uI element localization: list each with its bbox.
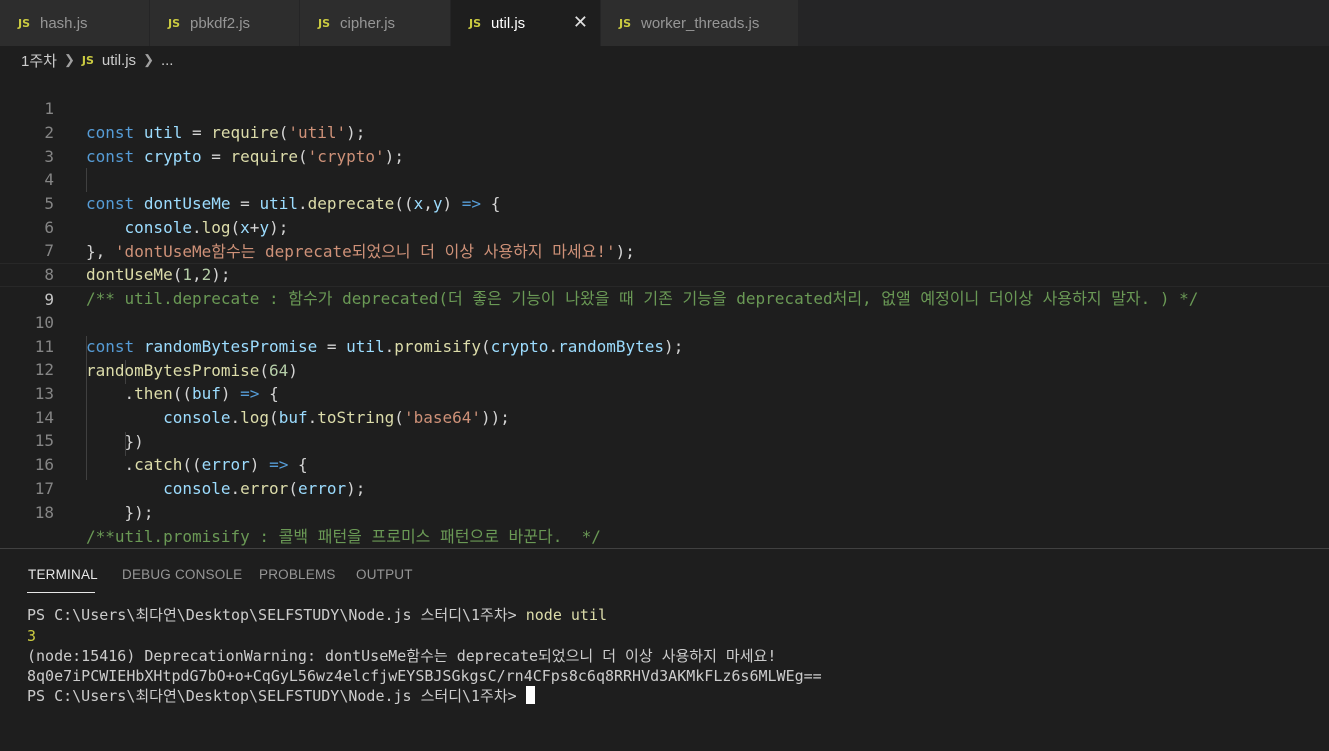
code-line: 8 /** util.deprecate : 함수가 deprecated(더 …	[0, 239, 1329, 308]
active-tab-indicator	[27, 592, 95, 593]
code-line: 18 /**util.promisify : 콜백 패턴을 프로미스 패턴으로 …	[0, 477, 1329, 546]
code-line: 7 dontUseMe(1,2);	[0, 215, 1329, 284]
tab-hash-js[interactable]: JS hash.js	[0, 0, 150, 46]
terminal-prompt: PS C:\Users\최다연\Desktop\SELFSTUDY\Node.j…	[27, 606, 526, 624]
breadcrumb-folder[interactable]: 1주차	[21, 50, 57, 71]
tab-label: worker_threads.js	[641, 14, 760, 32]
code-line: 11 randomBytesPromise(64)	[0, 311, 1329, 380]
code-line: 5 console.log(x+y);	[0, 168, 1329, 237]
javascript-file-icon: JS	[18, 16, 31, 30]
terminal-line: PS C:\Users\최다연\Desktop\SELFSTUDY\Node.j…	[27, 605, 1317, 625]
code-editor[interactable]: 1 const util = require('util'); 2 const …	[0, 72, 1329, 548]
breadcrumb-file[interactable]: util.js	[102, 52, 136, 69]
terminal-output: 3	[27, 627, 37, 645]
tab-label: cipher.js	[340, 14, 396, 32]
javascript-file-icon: JS	[81, 53, 94, 67]
code-line: 1 const util = require('util');	[0, 73, 1329, 142]
javascript-file-icon: JS	[318, 16, 331, 30]
tab-debug-console[interactable]: DEBUG CONSOLE	[122, 567, 242, 582]
tab-output[interactable]: OUTPUT	[356, 567, 413, 582]
javascript-file-icon: JS	[168, 16, 181, 30]
code-line: 4 const dontUseMe = util.deprecate((x,y)…	[0, 144, 1329, 213]
code-line: 3	[0, 121, 1329, 166]
breadcrumb: 1주차 ❯ JS util.js ❯ ...	[0, 46, 1329, 74]
chevron-right-icon: ❯	[143, 52, 154, 67]
tab-worker-threads-js[interactable]: JS worker_threads.js	[601, 0, 799, 46]
editor-tab-bar: JS hash.js JS pbkdf2.js JS cipher.js JS …	[0, 0, 1329, 46]
code-line: 2 const crypto = require('crypto');	[0, 97, 1329, 166]
tab-pbkdf2-js[interactable]: JS pbkdf2.js	[150, 0, 300, 46]
code-line: 12 .then((buf) => {	[0, 334, 1329, 403]
breadcrumb-symbols[interactable]: ...	[161, 52, 174, 69]
tab-label: hash.js	[40, 14, 88, 32]
terminal-command: node util	[525, 606, 608, 624]
code-text: });	[124, 503, 154, 522]
close-icon[interactable]: ✕	[573, 12, 588, 34]
code-text: /**util.promisify : 콜백 패턴을 프로미스 패턴으로 바꾼다…	[86, 527, 601, 546]
code-line: 14 })	[0, 382, 1329, 451]
javascript-file-icon: JS	[619, 16, 632, 30]
terminal-cursor	[525, 686, 535, 704]
terminal-output: 8q0e7iPCWIEHbXHtpdG7bO+o+CqGyL56wz4elcfj…	[27, 667, 822, 685]
code-line-current: 9	[0, 263, 1329, 309]
chevron-right-icon: ❯	[63, 52, 75, 67]
terminal-prompt: PS C:\Users\최다연\Desktop\SELFSTUDY\Node.j…	[27, 687, 526, 705]
code-line: 10 const randomBytesPromise = util.promi…	[0, 287, 1329, 356]
line-number: 18	[34, 503, 54, 522]
code-line: 15 .catch((error) => {	[0, 405, 1329, 474]
terminal-input-line[interactable]: PS C:\Users\최다연\Desktop\SELFSTUDY\Node.j…	[27, 686, 1317, 706]
code-line: 16 console.error(error);	[0, 429, 1329, 498]
tab-cipher-js[interactable]: JS cipher.js	[300, 0, 451, 46]
bottom-panel: TERMINAL DEBUG CONSOLE PROBLEMS OUTPUT P…	[0, 548, 1329, 751]
code-line: 6 }, 'dontUseMe함수는 deprecate되었으니 더 이상 사용…	[0, 192, 1329, 261]
tab-problems[interactable]: PROBLEMS	[259, 567, 336, 582]
terminal-output: (node:15416) DeprecationWarning: dontUse…	[27, 647, 777, 665]
tab-label: util.js	[491, 14, 526, 32]
code-line: 17 });	[0, 453, 1329, 522]
javascript-file-icon: JS	[469, 16, 482, 30]
code-line: 13 console.log(buf.toString('base64'));	[0, 358, 1329, 427]
tab-terminal[interactable]: TERMINAL	[28, 567, 98, 582]
tab-label: pbkdf2.js	[190, 14, 251, 32]
tab-util-js[interactable]: JS util.js ✕	[451, 0, 601, 46]
